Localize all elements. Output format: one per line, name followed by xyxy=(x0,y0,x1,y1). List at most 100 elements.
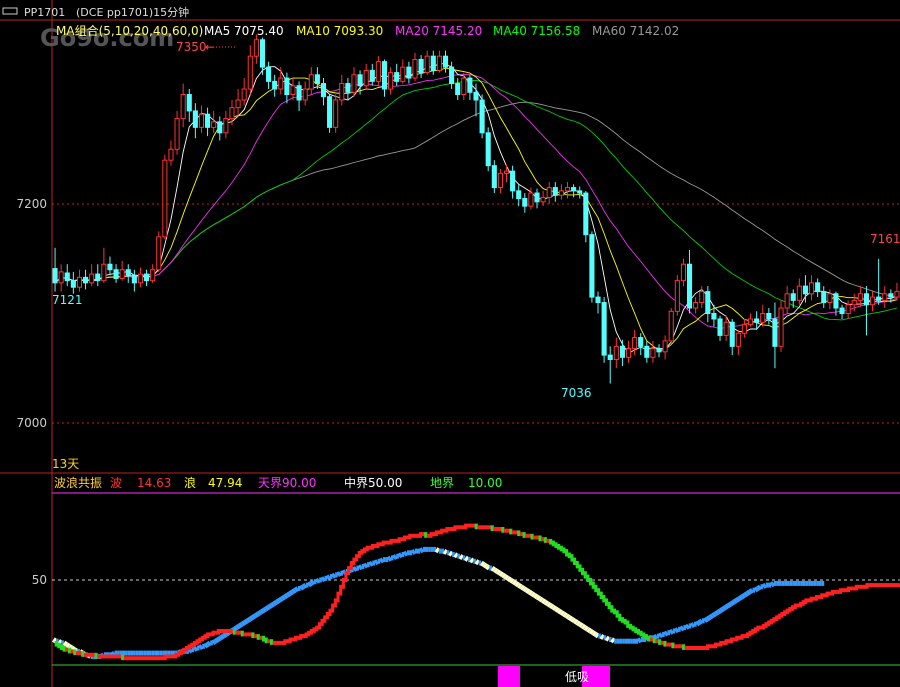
candle-body xyxy=(412,58,418,79)
candle-body xyxy=(113,269,119,279)
lang-segment xyxy=(748,588,754,595)
lang-segment xyxy=(243,618,249,625)
lang-segment xyxy=(541,598,547,605)
candle-body xyxy=(790,293,796,301)
candle-body xyxy=(278,77,284,90)
lang-segment xyxy=(743,591,749,598)
lang-segment xyxy=(479,560,486,567)
lang-segment xyxy=(198,644,204,651)
lang-segment xyxy=(708,613,714,620)
candle-body xyxy=(784,293,790,309)
lang-segment xyxy=(567,615,574,622)
signal-label: 低吸 xyxy=(565,670,589,684)
candle-body xyxy=(52,268,58,284)
candlestick-series xyxy=(52,34,900,384)
lang-segment xyxy=(357,564,364,571)
candle-body xyxy=(534,192,540,203)
candle-body xyxy=(766,313,772,320)
signal-block xyxy=(498,666,520,687)
candle-body xyxy=(131,274,137,284)
lang-segment xyxy=(299,584,305,591)
candle-body xyxy=(564,187,571,192)
lang-segment xyxy=(251,613,257,620)
candle-body xyxy=(357,74,363,87)
price-tick-label: 7000 xyxy=(16,416,47,430)
lang-segment xyxy=(588,628,595,635)
candle-body xyxy=(174,118,180,150)
lang-segment xyxy=(256,610,263,617)
high-price-arrow: ← xyxy=(205,40,215,54)
lang-segment xyxy=(283,593,289,600)
lang-segment xyxy=(533,593,539,600)
candle-body xyxy=(211,121,217,128)
candle-body xyxy=(540,196,546,203)
lang-segment xyxy=(275,598,281,605)
lang-segment xyxy=(586,627,592,634)
lang-segment xyxy=(62,640,68,647)
lang-segment xyxy=(535,594,542,601)
lang-segment xyxy=(325,574,332,581)
candle-body xyxy=(760,313,766,323)
lang-segment xyxy=(402,550,409,557)
candle-body xyxy=(607,354,613,360)
candle-body xyxy=(83,276,89,284)
candle-body xyxy=(595,296,601,304)
lang-segment xyxy=(530,591,536,598)
candle-body xyxy=(58,271,64,284)
candle-body xyxy=(815,282,821,293)
indicator-legend-item: 90.00 xyxy=(282,476,316,490)
candle-body xyxy=(644,345,650,358)
lang-segment xyxy=(453,552,459,559)
candle-body xyxy=(851,299,857,306)
candle-body xyxy=(839,307,845,314)
candle-body xyxy=(772,318,778,347)
candle-body xyxy=(400,66,406,82)
ma60-line xyxy=(54,101,898,299)
candle-body xyxy=(381,61,388,90)
candle-body xyxy=(686,263,693,309)
candle-body xyxy=(729,321,735,347)
lang-segment xyxy=(761,582,768,589)
lang-segment xyxy=(309,579,316,586)
lang-segment xyxy=(697,618,704,625)
lang-segment xyxy=(219,633,225,640)
lang-segment xyxy=(729,599,736,606)
candle-body xyxy=(558,190,564,196)
lang-segment xyxy=(557,608,563,615)
lang-segment xyxy=(216,635,223,642)
lang-segment xyxy=(525,588,531,595)
indicator-legend-item: 地界 xyxy=(430,476,454,490)
candle-body xyxy=(485,132,491,167)
ma-legend-item: MA5 7075.40 xyxy=(204,24,284,38)
lang-segment xyxy=(235,623,241,630)
lang-segment xyxy=(580,623,587,630)
lang-segment xyxy=(517,582,523,589)
right-price-label: 7161 xyxy=(870,232,900,246)
candle-body xyxy=(461,77,467,95)
lang-segment xyxy=(594,632,600,639)
candle-body xyxy=(64,272,70,282)
lang-segment xyxy=(418,547,425,554)
candle-body xyxy=(577,190,583,194)
lang-segment xyxy=(495,569,502,576)
lang-segment xyxy=(373,559,379,566)
candle-body xyxy=(229,107,235,120)
candle-body xyxy=(308,74,314,90)
lang-segment xyxy=(549,603,555,610)
left-low-label: 7121 xyxy=(52,293,83,307)
lang-segment xyxy=(695,620,701,627)
candle-body xyxy=(632,337,638,350)
lang-segment xyxy=(565,613,571,620)
lang-segment xyxy=(546,601,552,608)
candle-body xyxy=(583,192,589,236)
candle-body xyxy=(735,332,741,347)
days-label: 13天 xyxy=(52,457,79,471)
candle-body xyxy=(894,291,900,298)
candle-body xyxy=(345,83,351,93)
candle-body xyxy=(247,55,253,90)
lang-segment xyxy=(267,603,273,610)
candle-body xyxy=(857,293,863,301)
lang-segment xyxy=(604,635,611,642)
lang-segment xyxy=(331,572,337,579)
candle-body xyxy=(266,66,272,82)
